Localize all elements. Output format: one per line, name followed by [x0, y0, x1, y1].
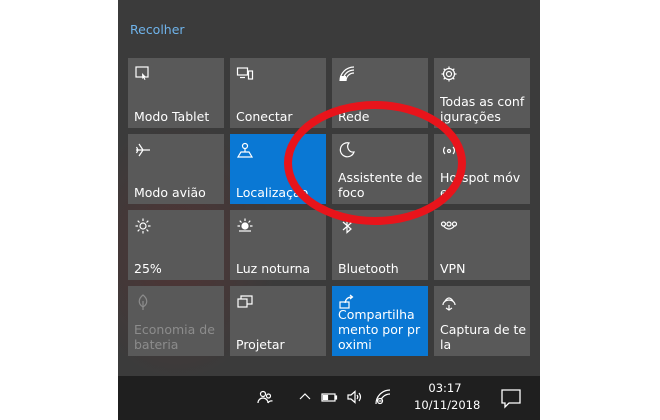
- tile-label: Compartilhamento por proximi: [338, 307, 421, 352]
- hotspot-icon: [440, 141, 458, 159]
- airplane-icon: [134, 141, 152, 159]
- tile-label: Todas as configurações: [440, 94, 525, 124]
- tile-vpn[interactable]: VPN: [434, 210, 530, 280]
- tile-airplane-mode[interactable]: Modo avião: [128, 134, 224, 204]
- location-icon: [236, 141, 254, 159]
- night-light-icon: [236, 217, 254, 235]
- tile-label: Luz noturna: [236, 261, 311, 276]
- clock-date: 10/11/2018: [414, 398, 481, 412]
- connect-icon: [236, 65, 254, 83]
- screen-snip-icon: [440, 293, 458, 311]
- tile-location[interactable]: Localização: [230, 134, 326, 204]
- brightness-icon: [134, 217, 152, 235]
- moon-icon: [338, 141, 356, 159]
- tile-nearby-sharing[interactable]: Compartilhamento por proximi: [332, 286, 428, 356]
- tile-label: Bluetooth: [338, 261, 399, 276]
- tile-screen-snip[interactable]: Captura de tela: [434, 286, 530, 356]
- tile-label: Captura de tela: [440, 322, 527, 352]
- tile-project[interactable]: Projetar: [230, 286, 326, 356]
- network-status-icon[interactable]: [374, 388, 392, 406]
- tile-label: Localização: [236, 185, 309, 200]
- clock-time: 03:17: [428, 381, 462, 395]
- tile-network[interactable]: Rede: [332, 58, 428, 128]
- collapse-link[interactable]: Recolher: [130, 22, 185, 37]
- taskbar-clock[interactable]: 03:17 10/11/2018: [414, 380, 481, 414]
- tile-label: Hotspot móvel: [440, 170, 521, 200]
- network-icon: [338, 65, 356, 83]
- taskbar: 03:17 10/11/2018: [118, 376, 540, 420]
- tile-brightness[interactable]: 25%: [128, 210, 224, 280]
- tile-night-light[interactable]: Luz noturna: [230, 210, 326, 280]
- action-center-button[interactable]: [496, 384, 526, 412]
- tablet-mode-icon: [134, 65, 152, 83]
- tile-label: Modo Tablet: [134, 109, 210, 124]
- tile-all-settings[interactable]: Todas as configurações: [434, 58, 530, 128]
- tile-label: Rede: [338, 109, 370, 124]
- tile-label: 25%: [134, 261, 162, 276]
- vpn-icon: [440, 217, 458, 235]
- chevron-up-icon[interactable]: [296, 388, 314, 406]
- tile-label: Conectar: [236, 109, 293, 124]
- tile-battery-saver[interactable]: Economia de bateria: [128, 286, 224, 356]
- tile-mobile-hotspot[interactable]: Hotspot móvel: [434, 134, 530, 204]
- battery-saver-icon: [134, 293, 152, 311]
- notification-icon: [501, 389, 521, 409]
- tile-connect[interactable]: Conectar: [230, 58, 326, 128]
- bluetooth-icon: [338, 217, 356, 235]
- tile-label: Modo avião: [134, 185, 206, 200]
- tile-focus-assist[interactable]: Assistente de foco: [332, 134, 428, 204]
- action-center-panel: Recolher Modo Tablet Conectar Rede Todas…: [118, 0, 540, 376]
- volume-icon[interactable]: [346, 388, 364, 406]
- tile-label: Projetar: [236, 337, 285, 352]
- people-icon[interactable]: [256, 388, 274, 406]
- tile-label: Assistente de foco: [338, 170, 423, 200]
- tile-label: Economia de bateria: [134, 322, 215, 352]
- tile-bluetooth[interactable]: Bluetooth: [332, 210, 428, 280]
- gear-icon: [440, 65, 458, 83]
- battery-icon[interactable]: [320, 388, 338, 406]
- project-icon: [236, 293, 254, 311]
- tile-tablet-mode[interactable]: Modo Tablet: [128, 58, 224, 128]
- tile-label: VPN: [440, 261, 466, 276]
